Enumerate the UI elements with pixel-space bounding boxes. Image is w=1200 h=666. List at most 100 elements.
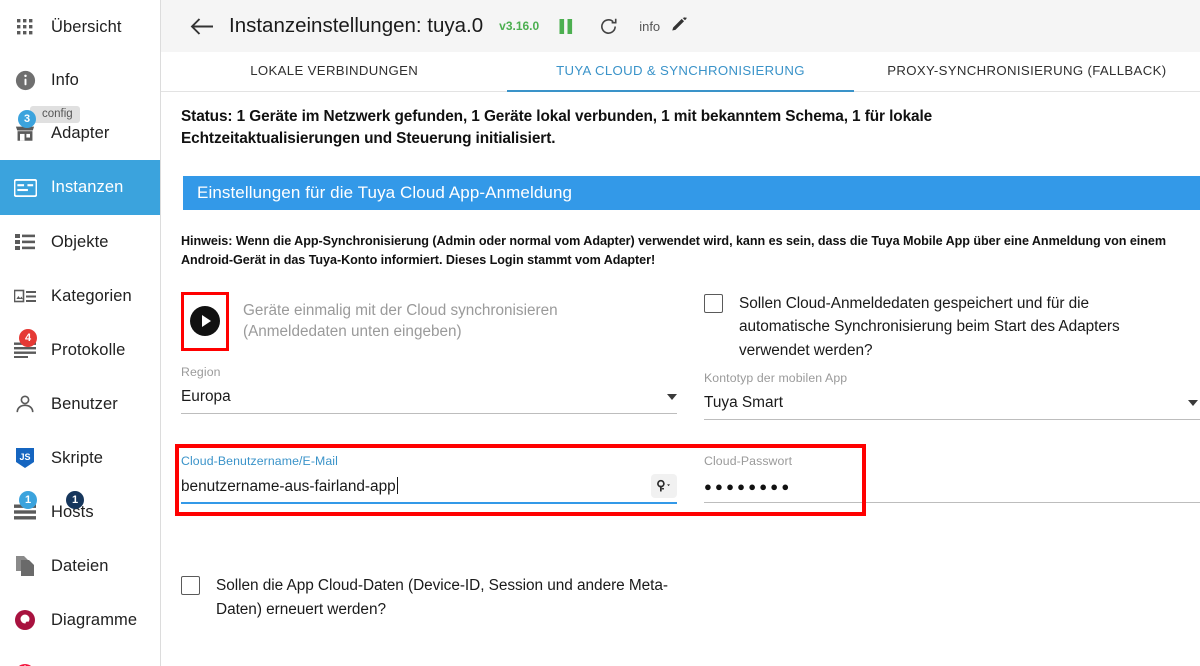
sync-button-label: Geräte einmalig mit der Cloud synchronis… xyxy=(243,300,663,343)
sync-button-highlight xyxy=(181,292,229,351)
charts-icon xyxy=(10,607,40,633)
sidebar-item-label: Instanzen xyxy=(51,178,123,197)
key-icon[interactable] xyxy=(651,474,677,498)
text-caret xyxy=(397,477,398,494)
sidebar-item-label: Übersicht xyxy=(51,18,122,37)
refresh-icon[interactable] xyxy=(593,11,623,41)
arrow-left-icon[interactable] xyxy=(187,11,217,41)
sidebar-item-label: Adapter xyxy=(51,124,110,143)
files-icon xyxy=(10,553,40,579)
info-icon xyxy=(10,67,40,93)
renew-cloud-data-label: Sollen die App Cloud-Daten (Device-ID, S… xyxy=(216,574,686,622)
sidebar-item-protokolle[interactable]: 4 Protokolle xyxy=(0,323,160,377)
password-input[interactable]: ●●●●●●●● xyxy=(704,479,1200,494)
sidebar-item-label: Kategorien xyxy=(51,287,132,306)
pencil-icon[interactable] xyxy=(664,11,694,41)
user-icon xyxy=(10,391,40,417)
account-type-field[interactable]: Kontotyp der mobilen App Tuya Smart xyxy=(704,371,1200,420)
username-field[interactable]: Cloud-Benutzername/E-Mail benutzername-a… xyxy=(181,454,677,504)
sidebar-item-label: Dateien xyxy=(51,557,109,576)
username-input[interactable]: benutzername-aus-fairland-app xyxy=(181,477,645,496)
credentials-row: Cloud-Benutzername/E-Mail benutzername-a… xyxy=(181,454,1180,536)
chevron-down-icon[interactable] xyxy=(1188,400,1198,406)
username-label: Cloud-Benutzername/E-Mail xyxy=(181,454,677,468)
play-icon[interactable] xyxy=(190,306,220,336)
username-value: benutzername-aus-fairland-app xyxy=(181,478,396,495)
sidebar-item-skripte[interactable]: JS Skripte xyxy=(0,431,160,485)
sidebar-item-label: Benutzer xyxy=(51,395,118,414)
save-credentials-label: Sollen Cloud-Anmeldedaten gespeichert un… xyxy=(739,292,1169,364)
sidebar-item-adapter[interactable]: 3 config Adapter xyxy=(0,106,160,160)
sync-column: Geräte einmalig mit der Cloud synchronis… xyxy=(181,292,692,421)
instance-toolbar: Instanzeinstellungen: tuya.0 v3.16.0 inf… xyxy=(161,0,1200,52)
settings-row-1: Geräte einmalig mit der Cloud synchronis… xyxy=(181,292,1180,421)
main-area: Instanzeinstellungen: tuya.0 v3.16.0 inf… xyxy=(161,0,1200,666)
password-label: Cloud-Passwort xyxy=(704,454,1200,468)
sidebar-item-kategorien[interactable]: Kategorien xyxy=(0,269,160,323)
grid-icon xyxy=(10,14,40,40)
hosts-badge-label: 1 xyxy=(66,491,84,509)
sidebar-item-label: Diagramme xyxy=(51,611,137,630)
region-underline xyxy=(181,413,677,414)
renew-cloud-data-row[interactable]: Sollen die App Cloud-Daten (Device-ID, S… xyxy=(181,574,1180,622)
status-text: Status: 1 Geräte im Netzwerk gefunden, 1… xyxy=(181,106,1061,150)
tab-proxy-synchronisierung[interactable]: PROXY-SYNCHRONISIERUNG (FALLBACK) xyxy=(854,52,1200,91)
password-underline xyxy=(704,502,1200,503)
backup-icon xyxy=(10,661,40,666)
config-chip: config xyxy=(30,106,80,123)
instances-icon xyxy=(10,175,40,201)
save-credentials-checkbox[interactable] xyxy=(704,294,723,313)
sync-button-row: Geräte einmalig mit der Cloud synchronis… xyxy=(181,292,677,351)
sidebar-item-hosts[interactable]: 1 1 Hosts xyxy=(0,485,160,539)
tab-label: TUYA CLOUD & SYNCHRONISIERUNG xyxy=(556,63,805,78)
account-type-underline xyxy=(704,419,1200,420)
sidebar-item-dateien[interactable]: Dateien xyxy=(0,539,160,593)
tab-label: PROXY-SYNCHRONISIERUNG (FALLBACK) xyxy=(887,63,1166,78)
password-column: Cloud-Passwort ●●●●●●●● xyxy=(692,454,1180,504)
tab-label: LOKALE VERBINDUNGEN xyxy=(250,63,418,78)
renew-cloud-data-checkbox[interactable] xyxy=(181,576,200,595)
sidebar-item-label: Protokolle xyxy=(51,341,125,360)
sidebar-item-info[interactable]: Info xyxy=(0,54,160,106)
hint-text: Hinweis: Wenn die App-Synchronisierung (… xyxy=(181,232,1180,270)
account-type-label: Kontotyp der mobilen App xyxy=(704,371,1200,385)
sidebar-item-uebersicht[interactable]: Übersicht xyxy=(0,0,160,54)
tab-lokale-verbindungen[interactable]: LOKALE VERBINDUNGEN xyxy=(161,52,507,91)
sidebar-item-label: Info xyxy=(51,71,79,90)
sidebar-item-instanzen[interactable]: Instanzen xyxy=(0,160,160,215)
section-title: Einstellungen für die Tuya Cloud App-Anm… xyxy=(197,183,572,203)
username-column: Cloud-Benutzername/E-Mail benutzername-a… xyxy=(181,454,692,504)
settings-content: Status: 1 Geräte im Netzwerk gefunden, 1… xyxy=(161,92,1200,622)
sidebar-item-diagramme[interactable]: Diagramme xyxy=(0,593,160,647)
account-type-value: Tuya Smart xyxy=(704,394,1180,412)
region-label: Region xyxy=(181,365,677,379)
sidebar: Übersicht Info 3 config Adapter xyxy=(0,0,161,666)
sidebar-item-label: Skripte xyxy=(51,449,103,468)
categories-icon xyxy=(10,283,40,309)
js-icon: JS xyxy=(10,445,40,471)
play-triangle xyxy=(202,315,211,327)
section-header: Einstellungen für die Tuya Cloud App-Anm… xyxy=(183,176,1200,210)
list-icon xyxy=(10,229,40,255)
pause-icon[interactable] xyxy=(551,11,581,41)
sidebar-item-objekte[interactable]: Objekte xyxy=(0,215,160,269)
save-credentials-row[interactable]: Sollen Cloud-Anmeldedaten gespeichert un… xyxy=(704,292,1180,364)
tab-bar: LOKALE VERBINDUNGEN TUYA CLOUD & SYNCHRO… xyxy=(161,52,1200,92)
region-field[interactable]: Region Europa xyxy=(181,365,677,414)
info-button[interactable]: info xyxy=(639,19,660,34)
password-field[interactable]: Cloud-Passwort ●●●●●●●● xyxy=(704,454,1200,503)
svg-text:JS: JS xyxy=(19,452,30,462)
chevron-down-icon[interactable] xyxy=(667,394,677,400)
app-root: Übersicht Info 3 config Adapter xyxy=(0,0,1200,666)
protokolle-badge: 4 xyxy=(19,329,37,347)
region-value: Europa xyxy=(181,388,659,406)
version-label: v3.16.0 xyxy=(499,19,539,33)
page-title: Instanzeinstellungen: tuya.0 xyxy=(229,14,483,38)
sidebar-item-label: Objekte xyxy=(51,233,109,252)
adapter-badge: 3 xyxy=(18,110,36,128)
sidebar-item-benutzer[interactable]: Benutzer xyxy=(0,377,160,431)
sidebar-item-backup[interactable]: Backup xyxy=(0,647,160,666)
tab-tuya-cloud-synchronisierung[interactable]: TUYA CLOUD & SYNCHRONISIERUNG xyxy=(507,52,853,91)
account-column: Sollen Cloud-Anmeldedaten gespeichert un… xyxy=(692,292,1180,421)
hosts-badge-icon: 1 xyxy=(19,491,37,509)
